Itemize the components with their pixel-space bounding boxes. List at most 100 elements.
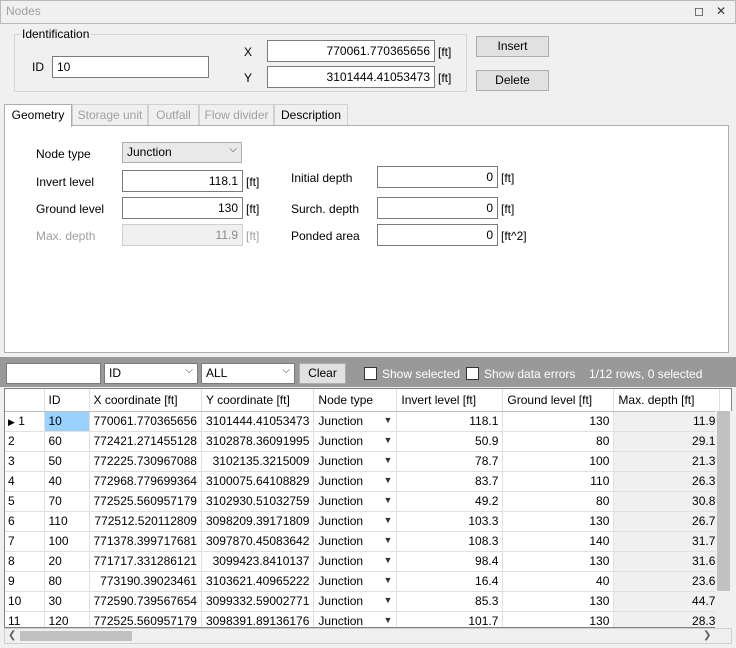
cell-invert-level[interactable]: 85.3 [396,591,504,612]
dropdown-arrow-icon[interactable]: ▼ [383,495,392,505]
nodes-grid[interactable]: ID X coordinate [ft] Y coordinate [ft] N… [4,388,732,628]
table-row[interactable]: 11 120 772525.560957179 3098391.89136176… [5,611,721,627]
vertical-scrollbar-thumb[interactable] [717,411,730,591]
row-header[interactable]: 11 [5,611,45,627]
cell-y[interactable]: 3102135.3215009 [201,451,315,472]
cell-id[interactable]: 20 [44,551,90,572]
table-row[interactable]: 7 100 771378.399717681 3097870.45083642 … [5,531,721,552]
cell-invert-level[interactable]: 49.2 [396,491,504,512]
table-row[interactable]: ▶ 1 10 770061.770365656 3101444.41053473… [5,411,721,432]
table-row[interactable]: 6 110 772512.520112809 3098209.39171809 … [5,511,721,532]
dropdown-arrow-icon[interactable]: ▼ [383,595,392,605]
cell-ground-level[interactable]: 130 [502,511,615,532]
scroll-right-icon[interactable]: ❯ [703,630,711,641]
initial-depth-input[interactable]: 0 [377,166,498,188]
cell-y[interactable]: 3102878.36091995 [201,431,315,452]
dropdown-arrow-icon[interactable]: ▼ [383,435,392,445]
insert-button[interactable]: Insert [476,36,549,57]
show-selected-checkbox[interactable] [364,367,377,380]
tab-outfall[interactable]: Outfall [148,104,199,126]
cell-y[interactable]: 3100075.64108829 [201,471,315,492]
cell-node-type[interactable]: Junction ▼ [313,611,398,627]
table-row[interactable]: 9 80 773190.39023461 3103621.40965222 Ju… [5,571,721,592]
cell-x[interactable]: 773190.39023461 [89,571,202,592]
filter-search-input[interactable] [6,363,101,384]
scroll-left-icon[interactable]: ❮ [8,630,16,641]
cell-y[interactable]: 3098209.39171809 [201,511,315,532]
cell-invert-level[interactable]: 78.7 [396,451,504,472]
show-data-errors-checkbox[interactable] [466,367,479,380]
row-header[interactable]: 2 [5,431,45,452]
cell-invert-level[interactable]: 103.3 [396,511,504,532]
restore-icon[interactable]: ◻ [692,4,706,18]
dropdown-arrow-icon[interactable]: ▼ [383,615,392,625]
table-row[interactable]: 3 50 772225.730967088 3102135.3215009 Ju… [5,451,721,472]
column-header-invert-level[interactable]: Invert level [ft] [396,389,504,412]
dropdown-arrow-icon[interactable]: ▼ [383,515,392,525]
id-input[interactable]: 10 [52,56,209,78]
x-coordinate-input[interactable]: 770061.770365656 [267,40,435,62]
column-header-node-type[interactable]: Node type [313,389,398,412]
cell-ground-level[interactable]: 130 [502,611,615,627]
cell-id[interactable]: 120 [44,611,90,627]
tab-storage-unit[interactable]: Storage unit [72,104,148,126]
cell-node-type[interactable]: Junction ▼ [313,551,398,572]
row-header[interactable]: 10 [5,591,45,612]
cell-y[interactable]: 3101444.41053473 [201,411,315,432]
row-header[interactable]: 8 [5,551,45,572]
cell-y[interactable]: 3098391.89136176 [201,611,315,627]
cell-node-type[interactable]: Junction ▼ [313,471,398,492]
column-header-id[interactable]: ID [44,389,90,412]
cell-ground-level[interactable]: 130 [502,591,615,612]
dropdown-arrow-icon[interactable]: ▼ [383,555,392,565]
cell-x[interactable]: 771378.399717681 [89,531,202,552]
delete-button[interactable]: Delete [476,70,549,91]
cell-ground-level[interactable]: 130 [502,551,615,572]
cell-y[interactable]: 3103621.40965222 [201,571,315,592]
tab-description[interactable]: Description [274,104,348,126]
dropdown-arrow-icon[interactable]: ▼ [383,535,392,545]
column-header-y-coordinate[interactable]: Y coordinate [ft] [201,389,315,412]
ground-level-input[interactable]: 130 [122,197,243,219]
horizontal-scrollbar-thumb[interactable] [20,631,132,641]
cell-x[interactable]: 770061.770365656 [89,411,202,432]
cell-node-type[interactable]: Junction ▼ [313,571,398,592]
cell-invert-level[interactable]: 50.9 [396,431,504,452]
cell-id[interactable]: 10 [44,411,90,432]
cell-node-type[interactable]: Junction ▼ [313,531,398,552]
row-header[interactable]: ▶ 1 [5,411,45,432]
cell-id[interactable]: 70 [44,491,90,512]
invert-level-input[interactable]: 118.1 [122,170,243,192]
filter-scope-select[interactable]: ALL ⌵ [201,363,295,384]
row-header[interactable]: 3 [5,451,45,472]
cell-ground-level[interactable]: 110 [502,471,615,492]
cell-invert-level[interactable]: 108.3 [396,531,504,552]
cell-id[interactable]: 100 [44,531,90,552]
cell-x[interactable]: 772968.779699364 [89,471,202,492]
dropdown-arrow-icon[interactable]: ▼ [383,455,392,465]
column-header-ground-level[interactable]: Ground level [ft] [502,389,615,412]
column-header-max-depth[interactable]: Max. depth [ft] [613,389,721,412]
cell-y[interactable]: 3097870.45083642 [201,531,315,552]
filter-column-select[interactable]: ID ⌵ [104,363,198,384]
table-row[interactable]: 5 70 772525.560957179 3102930.51032759 J… [5,491,721,512]
dropdown-arrow-icon[interactable]: ▼ [383,415,392,425]
cell-x[interactable]: 772512.520112809 [89,511,202,532]
clear-button[interactable]: Clear [299,363,346,384]
cell-node-type[interactable]: Junction ▼ [313,451,398,472]
cell-node-type[interactable]: Junction ▼ [313,591,398,612]
row-header[interactable]: 7 [5,531,45,552]
table-row[interactable]: 10 30 772590.739567654 3099332.59002771 … [5,591,721,612]
cell-invert-level[interactable]: 16.4 [396,571,504,592]
cell-id[interactable]: 30 [44,591,90,612]
cell-id[interactable]: 60 [44,431,90,452]
row-header[interactable]: 5 [5,491,45,512]
cell-id[interactable]: 50 [44,451,90,472]
cell-invert-level[interactable]: 118.1 [396,411,504,432]
cell-ground-level[interactable]: 140 [502,531,615,552]
row-header[interactable]: 6 [5,511,45,532]
table-row[interactable]: 8 20 771717.331286121 3099423.8410137 Ju… [5,551,721,572]
table-row[interactable]: 2 60 772421.271455128 3102878.36091995 J… [5,431,721,452]
cell-x[interactable]: 772421.271455128 [89,431,202,452]
table-row[interactable]: 4 40 772968.779699364 3100075.64108829 J… [5,471,721,492]
